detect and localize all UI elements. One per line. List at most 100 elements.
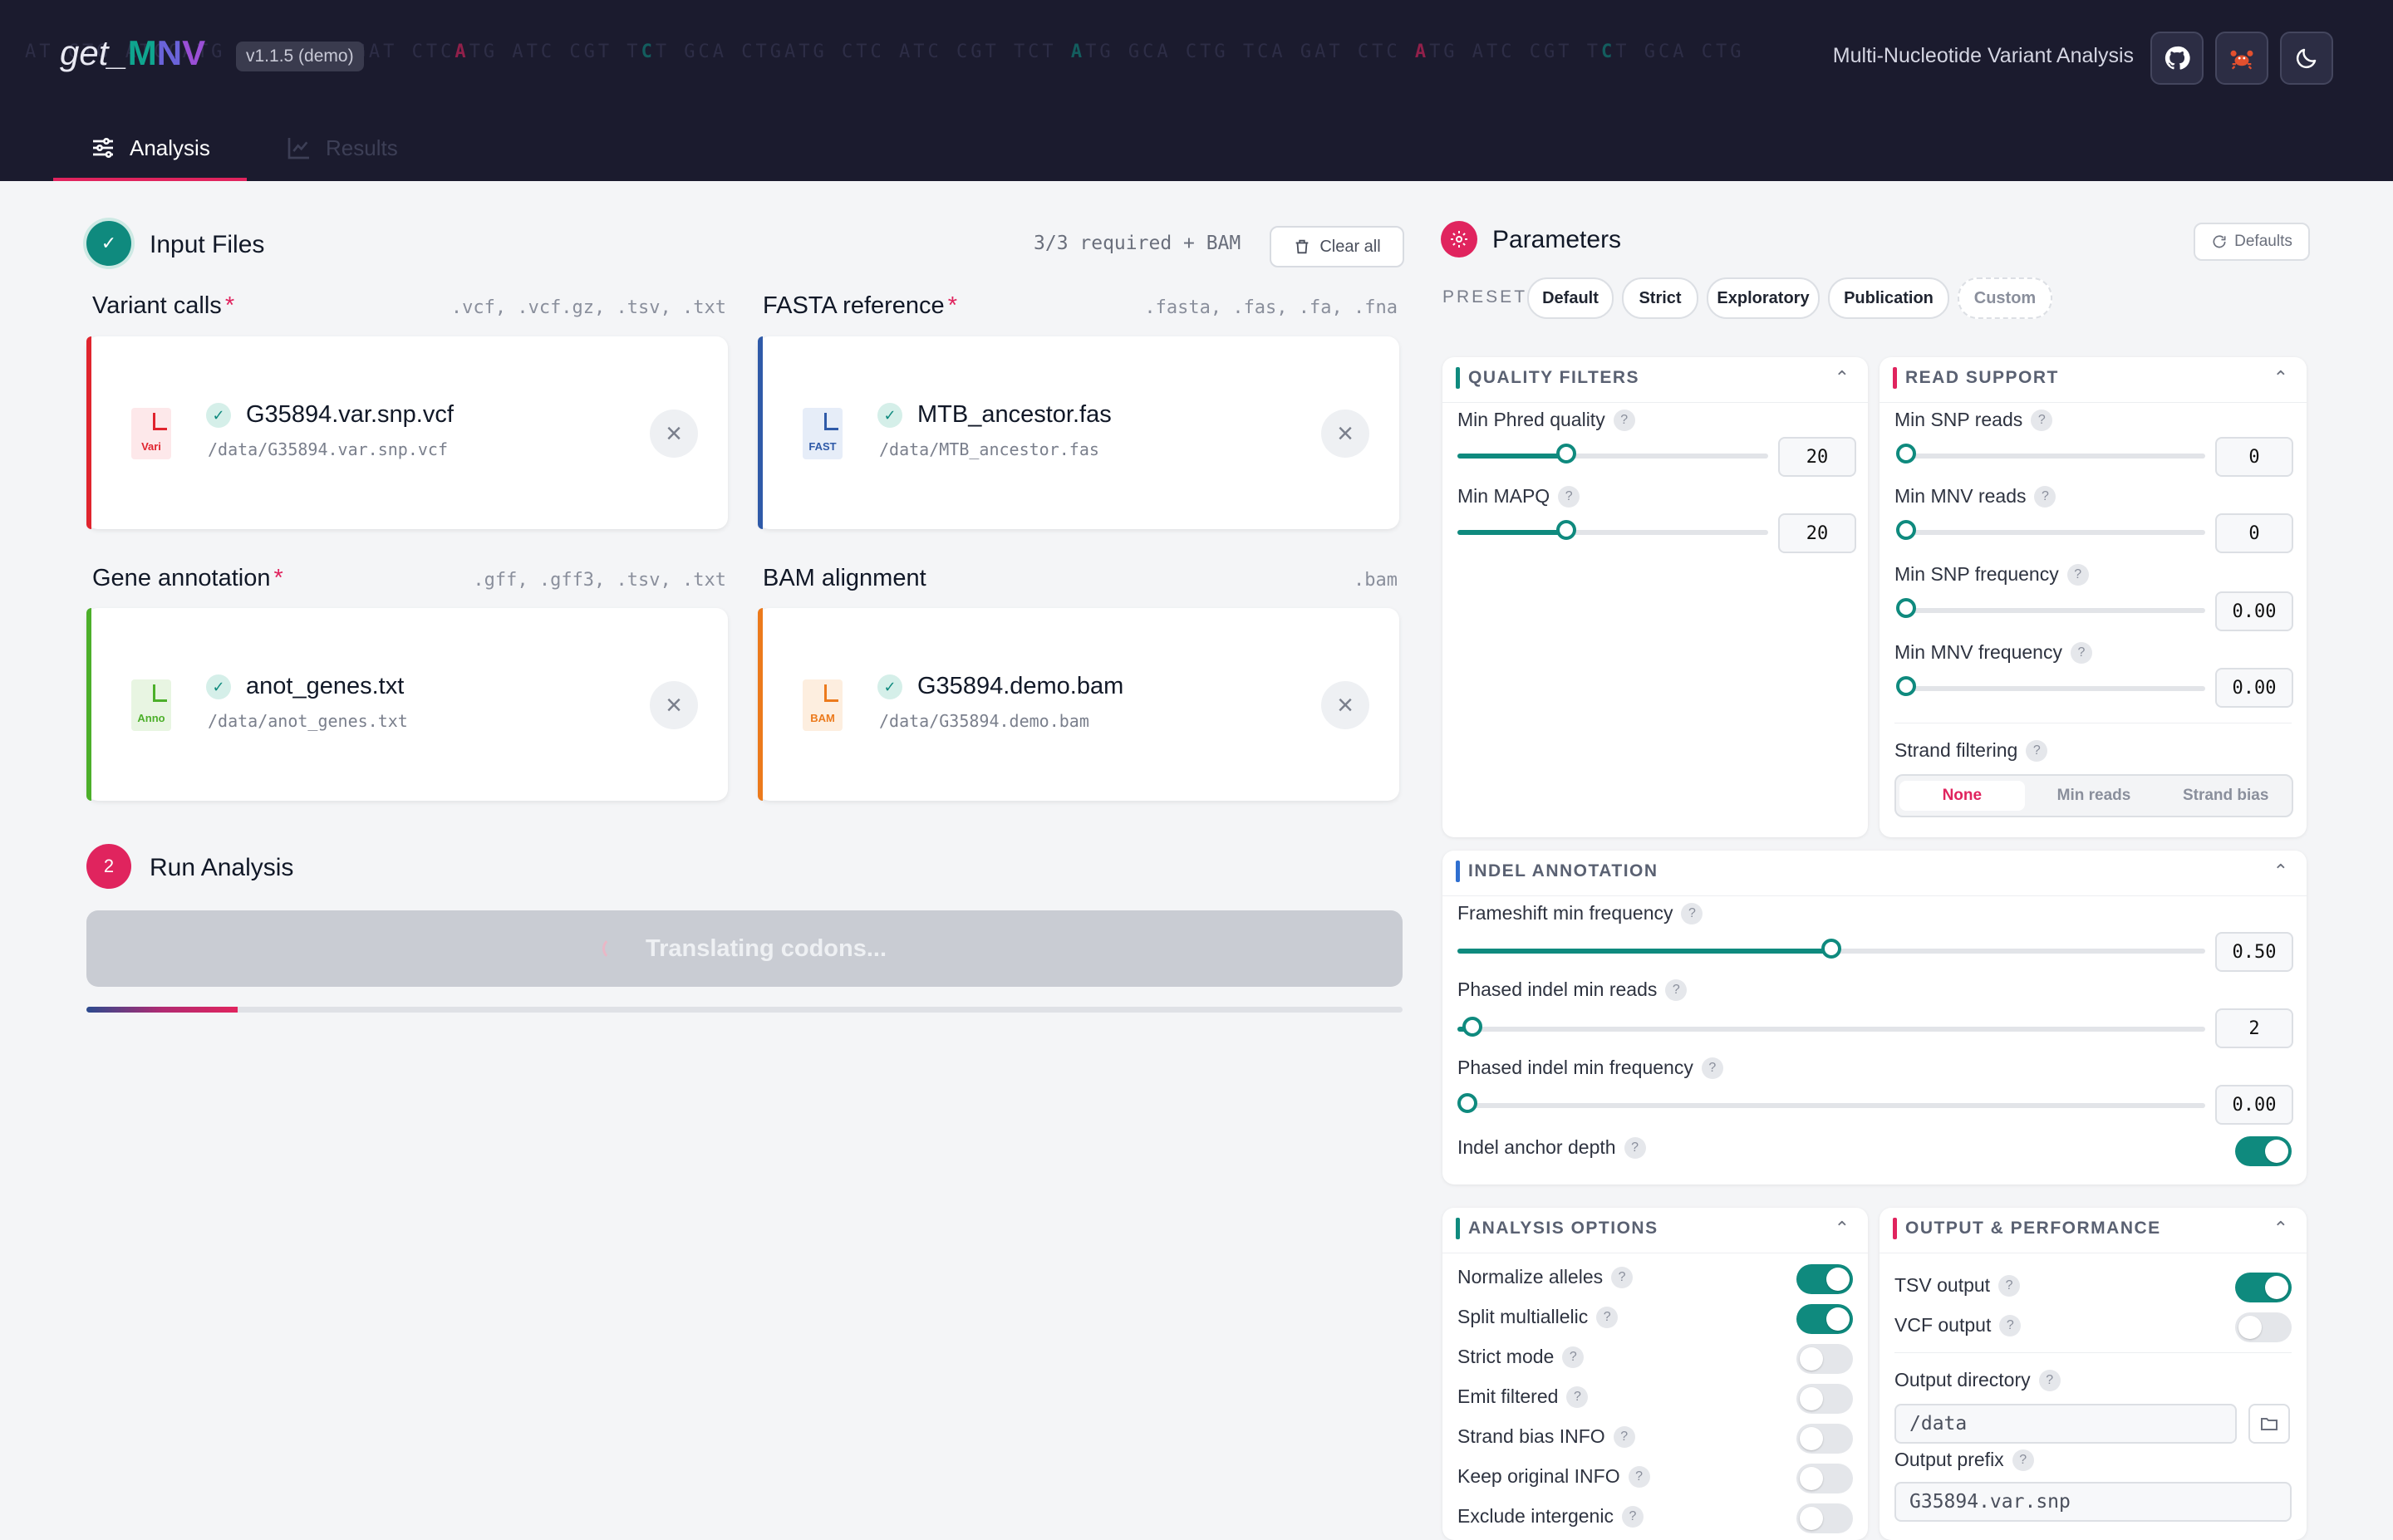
remove-file-button[interactable]: × [650,681,698,729]
min-mnv-freq-input[interactable]: 0.00 [2215,668,2293,708]
quality-filters-title[interactable]: QUALITY FILTERS [1456,367,1639,389]
help-icon: ? [1665,978,1688,1001]
chevron-up-icon[interactable]: ⌃ [2273,367,2288,389]
fasta-reference-heading: FASTA reference * [763,292,957,319]
vcf-output-toggle[interactable] [2235,1312,2292,1342]
min-mapq-input[interactable]: 20 [1778,513,1856,553]
bam-alignment-card[interactable]: BAM ✓ G35894.demo.bam /data/G35894.demo.… [758,608,1399,801]
phased-reads-slider[interactable] [1457,1017,2205,1037]
tab-results[interactable]: Results [286,115,398,181]
option-toggle[interactable] [1796,1344,1853,1374]
file-ok-icon: ✓ [206,403,231,428]
min-snp-reads-input[interactable]: 0 [2215,437,2293,477]
option-toggle[interactable] [1796,1503,1853,1533]
frameshift-input[interactable]: 0.50 [2215,932,2293,972]
tsv-output-toggle[interactable] [2235,1273,2292,1302]
input-files-title: Input Files [150,231,265,258]
read-support-title[interactable]: READ SUPPORT [1893,367,2059,389]
chevron-up-icon[interactable]: ⌃ [1835,367,1850,389]
phased-freq-input[interactable]: 0.00 [2215,1085,2293,1125]
preset-label: PRESET [1442,287,1528,307]
crab-button[interactable] [2215,32,2268,85]
tab-analysis-label: Analysis [130,135,210,160]
min-snp-freq-input[interactable]: 0.00 [2215,591,2293,631]
tab-analysis[interactable]: Analysis [53,115,247,181]
remove-file-button[interactable]: × [1321,410,1369,458]
file-ok-icon: ✓ [877,674,902,699]
input-files-check-icon: ✓ [86,221,131,266]
remove-file-button[interactable]: × [1321,681,1369,729]
option-toggle[interactable] [1796,1304,1853,1334]
crab-icon [2230,50,2253,70]
frameshift-slider[interactable] [1457,939,2205,959]
output-directory-input[interactable]: /data [1894,1404,2237,1444]
gene-annotation-card[interactable]: Anno ✓ anot_genes.txt /data/anot_genes.t… [86,608,728,801]
defaults-button[interactable]: Defaults [2194,223,2310,261]
min-phred-slider[interactable] [1457,444,1768,463]
preset-exploratory[interactable]: Exploratory [1707,277,1820,319]
line-chart-icon [287,138,309,159]
file-name: G35894.demo.bam [917,673,1124,699]
strand-option-strand-bias[interactable]: Strand bias [2163,781,2288,811]
chevron-up-icon[interactable]: ⌃ [2273,861,2288,882]
progress-bar [86,1007,1403,1013]
version-badge: v1.1.5 (demo) [236,42,364,71]
chevron-up-icon[interactable]: ⌃ [2273,1218,2288,1239]
browse-folder-button[interactable] [2248,1404,2290,1444]
preset-publication[interactable]: Publication [1828,277,1949,319]
help-icon: ? [2012,1449,2034,1471]
option-toggle[interactable] [1796,1264,1853,1294]
analysis-options-title[interactable]: ANALYSIS OPTIONS [1456,1218,1658,1239]
option-label: Keep original INFO? [1457,1465,1650,1488]
min-mnv-freq-slider[interactable] [1896,676,2205,696]
file-ok-icon: ✓ [206,674,231,699]
file-path: /data/G35894.demo.bam [879,711,1089,731]
phased-freq-slider[interactable] [1457,1093,2205,1113]
gene-annotation-heading: Gene annotation * [92,565,283,591]
min-mapq-slider[interactable] [1457,520,1768,540]
vcf-output-label: VCF output? [1894,1314,2022,1336]
output-prefix-label: Output prefix? [1894,1449,2034,1471]
phased-freq-label: Phased indel min frequency? [1457,1057,1723,1079]
strand-filtering-selector[interactable]: None Min reads Strand bias [1894,774,2293,817]
refresh-icon [2213,235,2226,248]
option-toggle[interactable] [1796,1384,1853,1414]
run-analysis-title: Run Analysis [150,854,294,881]
phased-reads-input[interactable]: 2 [2215,1008,2293,1048]
min-mnv-reads-slider[interactable] [1896,520,2205,540]
output-prefix-input[interactable]: G35894.var.snp [1894,1482,2292,1522]
min-snp-freq-label: Min SNP frequency? [1894,563,2089,586]
help-icon: ? [2031,409,2053,431]
run-step-badge: 2 [86,844,131,889]
output-title[interactable]: OUTPUT & PERFORMANCE [1893,1218,2161,1239]
help-icon: ? [1562,1346,1585,1368]
preset-default[interactable]: Default [1527,277,1614,319]
min-phred-input[interactable]: 20 [1778,437,1856,477]
help-icon: ? [2038,1369,2061,1391]
indel-annotation-title[interactable]: INDEL ANNOTATION [1456,861,1658,882]
variant-calls-card[interactable]: Vari ✓ G35894.var.snp.vcf /data/G35894.v… [86,336,728,529]
strand-option-none[interactable]: None [1899,781,2025,811]
github-icon [2165,46,2190,70]
remove-file-button[interactable]: × [650,410,698,458]
preset-strict[interactable]: Strict [1622,277,1698,319]
option-toggle[interactable] [1796,1424,1853,1454]
preset-custom[interactable]: Custom [1958,277,2052,319]
chevron-up-icon[interactable]: ⌃ [1835,1218,1850,1239]
option-label: Strict mode? [1457,1346,1585,1368]
app-logo[interactable]: get_MNV [60,33,205,73]
fasta-reference-card[interactable]: FAST ✓ MTB_ancestor.fas /data/MTB_ancest… [758,336,1399,529]
theme-toggle-button[interactable] [2280,32,2333,85]
min-mnv-reads-input[interactable]: 0 [2215,513,2293,553]
min-snp-freq-slider[interactable] [1896,598,2205,618]
strand-option-min-reads[interactable]: Min reads [2032,781,2157,811]
min-phred-label: Min Phred quality? [1457,409,1635,431]
quality-filters-panel: QUALITY FILTERS ⌃ Min Phred quality? 20 … [1442,357,1868,837]
clear-all-button[interactable]: Clear all [1270,226,1404,267]
github-button[interactable] [2150,32,2204,85]
strand-filtering-label: Strand filtering? [1894,739,2048,762]
option-toggle[interactable] [1796,1464,1853,1493]
anchor-depth-toggle[interactable] [2235,1136,2292,1166]
min-snp-reads-slider[interactable] [1896,444,2205,463]
run-analysis-button[interactable]: Translating codons... [86,910,1403,987]
